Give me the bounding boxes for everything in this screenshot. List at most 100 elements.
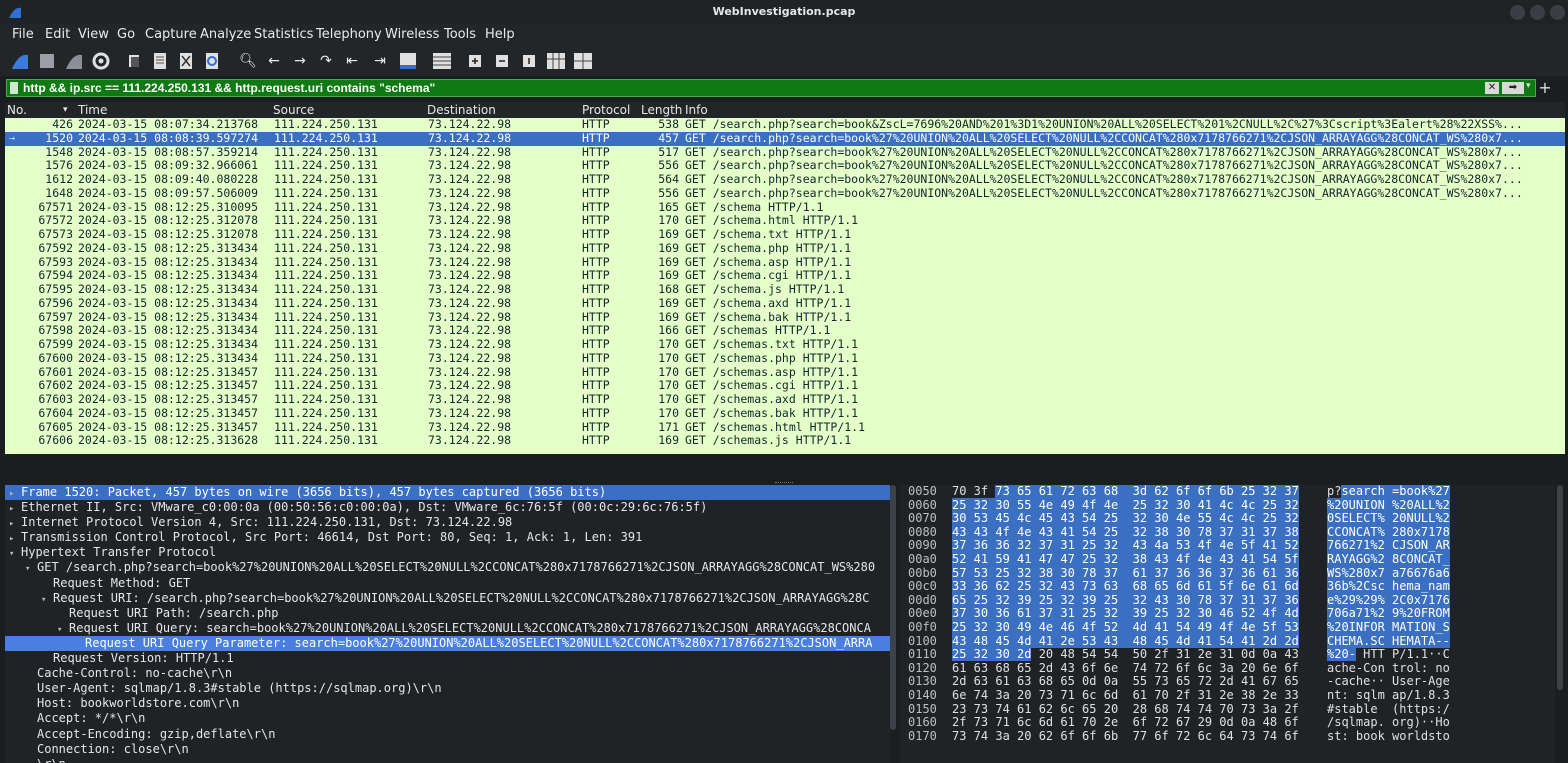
detail-tree-item[interactable]: Host: bookworldstore.com\r\n xyxy=(5,696,890,711)
hex-line[interactable]: 0060 25 32 30 55 4e 49 4f 4e 25 32 30 41 … xyxy=(900,497,1555,513)
packet-row[interactable]: 67600 2024-03-15 08:12:25.313434 111.224.2… xyxy=(5,351,1565,366)
close-file-icon[interactable] xyxy=(174,49,198,73)
hex-line[interactable]: 0120 61 63 68 65 2d 43 6f 6e 74 72 6f 6c … xyxy=(900,661,1555,676)
hex-line[interactable]: 00b0 57 53 25 32 38 30 78 37 61 37 36 36 … xyxy=(900,565,1555,581)
packet-row[interactable]: 1548 2024-03-15 08:08:57.359214 111.224.25… xyxy=(5,145,1565,160)
detail-tree-item[interactable]: Cache-Control: no-cache\r\n xyxy=(5,666,890,681)
packet-row[interactable]: 67571 2024-03-15 08:12:25.310095 111.224.2… xyxy=(5,200,1565,215)
go-forward-icon[interactable]: → xyxy=(288,49,312,73)
column-header-length[interactable]: Length xyxy=(641,103,682,117)
detail-tree-item[interactable]: Accept: */*\r\n xyxy=(5,711,890,726)
packet-row[interactable]: 67602 2024-03-15 08:12:25.313457 111.224.2… xyxy=(5,378,1565,393)
autoscroll-icon[interactable] xyxy=(396,49,420,73)
go-back-icon[interactable]: ← xyxy=(262,49,286,73)
detail-tree-item[interactable]: ▸ Frame 1520: Packet, 457 bytes on wire (… xyxy=(5,485,890,501)
capture-options-icon[interactable] xyxy=(89,49,113,73)
close-button[interactable] xyxy=(1550,5,1565,20)
maximize-button[interactable] xyxy=(1530,5,1545,20)
layout-icon[interactable] xyxy=(571,49,595,73)
detail-tree-item[interactable]: Accept-Encoding: gzip,deflate\r\n xyxy=(5,727,890,742)
hex-line[interactable]: 0080 43 43 4f 4e 43 41 54 25 32 38 30 78 … xyxy=(900,524,1555,540)
hex-line[interactable]: 00e0 37 30 36 61 37 31 25 32 39 25 32 30 … xyxy=(900,606,1555,621)
column-header-info[interactable]: Info xyxy=(685,103,708,117)
packet-row[interactable]: 67572 2024-03-15 08:12:25.312078 111.224.2… xyxy=(5,213,1565,228)
zoom-out-icon[interactable] xyxy=(490,49,514,73)
detail-tree-item[interactable]: ▸ Ethernet II, Src: VMware_c0:00:0a (00:5… xyxy=(5,500,890,515)
packet-row[interactable]: 67573 2024-03-15 08:12:25.312078 111.224.2… xyxy=(5,227,1565,242)
menu-wireless[interactable]: Wireless xyxy=(385,27,439,42)
packet-row[interactable]: 67598 2024-03-15 08:12:25.313434 111.224.2… xyxy=(5,323,1565,338)
start-capture-icon[interactable] xyxy=(8,49,32,73)
menu-edit[interactable]: Edit xyxy=(45,27,70,42)
hex-line[interactable]: 00f0 25 32 30 49 4e 46 4f 52 4d 41 54 49 … xyxy=(900,619,1555,635)
hex-line[interactable]: 00c0 33 36 62 25 32 43 73 63 68 65 6d 61 … xyxy=(900,579,1555,594)
go-to-packet-icon[interactable]: ↷ xyxy=(314,49,338,73)
bytes-scrollbar[interactable] xyxy=(1557,485,1563,690)
stop-capture-icon[interactable] xyxy=(35,49,59,73)
apply-filter-icon[interactable]: ➡ xyxy=(1502,82,1524,94)
find-packet-icon[interactable]: 🔍︎ xyxy=(236,49,260,73)
splitter-grip-icon[interactable] xyxy=(775,482,793,484)
packet-row[interactable]: 1612 2024-03-15 08:09:40.080228 111.224.25… xyxy=(5,172,1565,187)
menu-statistics[interactable]: Statistics xyxy=(254,27,313,42)
hex-line[interactable]: 0140 6e 74 3a 20 73 71 6c 6d 61 70 2f 31 … xyxy=(900,688,1555,703)
detail-tree-item[interactable]: ▾ Request URI: /search.php?search=book%27… xyxy=(5,591,890,606)
add-filter-button-icon[interactable]: + xyxy=(1537,78,1553,97)
packet-row[interactable]: 67599 2024-03-15 08:12:25.313434 111.224.2… xyxy=(5,337,1565,352)
go-first-packet-icon[interactable]: ⇤ xyxy=(340,49,364,73)
packet-row[interactable]: 67592 2024-03-15 08:12:25.313434 111.224.2… xyxy=(5,241,1565,256)
hex-line[interactable]: 0170 73 74 3a 20 62 6f 6f 6b 77 6f 72 6c … xyxy=(900,729,1555,744)
packet-row[interactable]: 67606 2024-03-15 08:12:25.313628 111.224.2… xyxy=(5,433,1565,448)
menu-analyze[interactable]: Analyze xyxy=(200,27,251,42)
packet-row[interactable]: 1576 2024-03-15 08:09:32.966061 111.224.25… xyxy=(5,158,1565,173)
detail-tree-item[interactable]: ▸ Internet Protocol Version 4, Src: 111.2… xyxy=(5,515,890,530)
packet-row[interactable]: 67605 2024-03-15 08:12:25.313457 111.224.2… xyxy=(5,420,1565,435)
packet-row[interactable]: 67603 2024-03-15 08:12:25.313457 111.224.2… xyxy=(5,392,1565,407)
filter-history-dropdown-icon[interactable]: ▾ xyxy=(1526,81,1536,95)
hex-line[interactable]: 00d0 65 25 32 39 25 32 39 25 32 43 30 78 … xyxy=(900,592,1555,608)
detail-tree-item[interactable]: Request URI Query Parameter: search=book… xyxy=(5,635,890,652)
hex-line[interactable]: 0130 2d 63 61 63 68 65 0d 0a 55 73 65 72 … xyxy=(900,675,1555,689)
details-scrollbar[interactable] xyxy=(890,485,896,730)
normal-size-icon[interactable] xyxy=(517,49,541,73)
menu-tools[interactable]: Tools xyxy=(444,27,476,42)
display-filter-input[interactable] xyxy=(23,80,1483,96)
minimize-button[interactable] xyxy=(1510,5,1525,20)
hex-line[interactable]: 0090 37 36 36 32 37 31 25 32 43 4a 53 4f … xyxy=(900,538,1555,553)
hex-line[interactable]: 00a0 52 41 59 41 47 47 25 32 38 43 4f 4e … xyxy=(900,551,1555,567)
column-header-time[interactable]: Time xyxy=(78,103,107,117)
menu-view[interactable]: View xyxy=(78,27,109,42)
column-header-source[interactable]: Source xyxy=(273,103,314,117)
detail-tree-item[interactable]: ▸ Transmission Control Protocol, Src Port… xyxy=(5,530,890,545)
hex-line[interactable]: 0160 2f 73 71 6c 6d 61 70 2e 6f 72 67 29 … xyxy=(900,715,1555,730)
detail-tree-item[interactable]: Request URI Path: /search.php xyxy=(5,606,890,621)
detail-tree-item[interactable]: User-Agent: sqlmap/1.8.3#stable (https:/… xyxy=(5,681,890,696)
packet-row[interactable]: 426 2024-03-15 08:07:34.213768 111.224.250… xyxy=(5,117,1565,132)
hex-line[interactable]: 0150 23 73 74 61 62 6c 65 20 28 68 74 74 … xyxy=(900,702,1555,717)
clear-filter-icon[interactable]: ✕ xyxy=(1485,82,1499,94)
detail-tree-item[interactable]: ▾ GET /search.php?search=book%27%20UNION%… xyxy=(5,560,890,575)
packet-row[interactable]: 1648 2024-03-15 08:09:57.506009 111.224.25… xyxy=(5,186,1565,201)
detail-tree-item[interactable]: ▾ Request URI Query: search=book%27%20UNI… xyxy=(5,621,890,636)
filter-bookmark-icon[interactable] xyxy=(10,82,18,94)
column-header-protocol[interactable]: Protocol xyxy=(582,103,630,117)
packet-row[interactable]: 67596 2024-03-15 08:12:25.313434 111.224.2… xyxy=(5,296,1565,311)
column-header-destination[interactable]: Destination xyxy=(427,103,496,117)
menu-go[interactable]: Go xyxy=(117,27,135,42)
detail-tree-item[interactable]: Request Method: GET xyxy=(5,576,890,591)
packet-row[interactable]: 67601 2024-03-15 08:12:25.313457 111.224.2… xyxy=(5,365,1565,380)
packet-row[interactable]: 67594 2024-03-15 08:12:25.313434 111.224.2… xyxy=(5,268,1565,283)
open-file-icon[interactable] xyxy=(122,49,146,73)
detail-tree-item[interactable]: Request Version: HTTP/1.1 xyxy=(5,651,890,666)
packet-row[interactable]: → 1520 2024-03-15 08:08:39.597274 111.224.2… xyxy=(5,131,1565,146)
menu-help[interactable]: Help xyxy=(485,27,515,42)
detail-tree-item[interactable]: \r\n xyxy=(5,757,890,763)
hex-line[interactable]: 0070 30 53 45 4c 45 43 54 25 32 30 4e 55 … xyxy=(900,511,1555,526)
packet-row[interactable]: 67593 2024-03-15 08:12:25.313434 111.224.2… xyxy=(5,255,1565,270)
menu-telephony[interactable]: Telephony xyxy=(316,27,382,42)
pane-splitter[interactable] xyxy=(0,456,1568,484)
zoom-in-icon[interactable] xyxy=(463,49,487,73)
restart-capture-icon[interactable] xyxy=(62,49,86,73)
hex-line[interactable]: 0110 25 32 30 2d 20 48 54 54 50 2f 31 2e … xyxy=(900,647,1555,662)
packet-row[interactable]: 67604 2024-03-15 08:12:25.313457 111.224.2… xyxy=(5,406,1565,421)
